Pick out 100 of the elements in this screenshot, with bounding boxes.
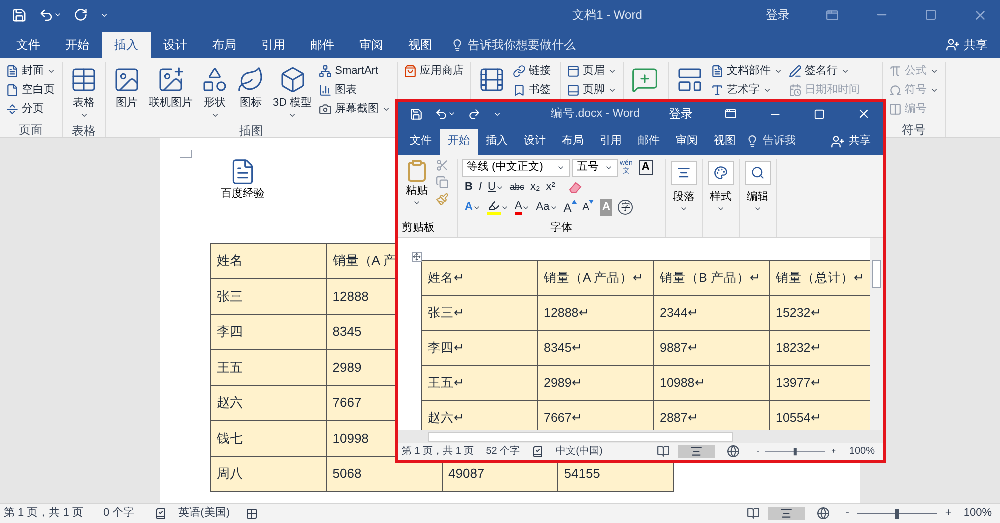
paste-button[interactable]: 粘贴 xyxy=(402,158,432,221)
ribbon-button[interactable]: 屏幕截图 xyxy=(317,100,394,119)
tell-me-field[interactable]: 告诉我 xyxy=(763,133,796,150)
format-button[interactable]: B xyxy=(462,178,476,197)
ribbon-button[interactable]: 艺术字 xyxy=(709,81,786,100)
ribbon-tab[interactable]: 文件 xyxy=(402,128,440,155)
format-button[interactable]: x₂ xyxy=(527,178,544,197)
ribbon-large-button[interactable]: 表格 xyxy=(67,62,101,126)
ribbon-tab[interactable]: 引用 xyxy=(249,32,298,58)
ribbon-button[interactable]: 文档部件 xyxy=(709,62,786,81)
zoom-level[interactable]: 100% xyxy=(964,505,992,522)
ribbon-tab[interactable]: 设计 xyxy=(516,128,554,155)
share-button[interactable]: 共享 xyxy=(831,128,871,155)
word-count[interactable]: 0 个字 xyxy=(103,505,135,522)
format-button[interactable]: abc xyxy=(506,178,528,197)
format-button[interactable]: A xyxy=(560,198,580,217)
ribbon-large-button[interactable]: 段落 xyxy=(671,158,697,214)
horizontal-scrollbar[interactable] xyxy=(398,430,883,444)
ribbon-button[interactable]: 签名行 xyxy=(787,62,862,81)
ribbon-tab[interactable]: 开始 xyxy=(53,32,102,58)
maximize-icon[interactable] xyxy=(925,9,937,21)
web-layout-icon[interactable] xyxy=(816,507,830,520)
ribbon-tab[interactable]: 插入 xyxy=(478,128,516,155)
redo-icon[interactable] xyxy=(468,108,481,121)
ribbon-tab[interactable]: 引用 xyxy=(592,128,630,155)
format-button[interactable]: U xyxy=(485,178,507,197)
ribbon-button[interactable]: SmartArt xyxy=(317,62,394,81)
ribbon-tab[interactable]: 邮件 xyxy=(298,32,347,58)
format-button[interactable]: Aa xyxy=(533,198,561,217)
zoom-in-button[interactable]: + xyxy=(941,505,956,522)
web-layout-icon[interactable] xyxy=(727,445,740,458)
save-icon[interactable] xyxy=(410,108,423,121)
ribbon-button[interactable]: 链接 xyxy=(511,62,554,81)
ribbon-button[interactable]: 分页 xyxy=(4,100,58,119)
print-layout-button[interactable] xyxy=(768,507,805,520)
language-label[interactable]: 中文(中国) xyxy=(556,444,603,460)
format-button[interactable]: A xyxy=(462,198,484,217)
slider-thumb[interactable] xyxy=(895,508,900,518)
character-border-button[interactable]: A xyxy=(638,160,653,176)
ribbon-tab[interactable]: 设计 xyxy=(151,32,200,58)
font-size-field[interactable]: 五号 xyxy=(572,158,618,177)
word-count[interactable]: 52 个字 xyxy=(486,444,520,460)
tell-me-field[interactable]: 告诉我你想要做什么 xyxy=(468,36,576,54)
table-cell-text: 10988↵ xyxy=(660,374,706,392)
ribbon-button[interactable]: 书签 xyxy=(511,81,554,100)
proofing-icon[interactable] xyxy=(532,446,544,458)
ribbon-large-button[interactable]: 图片 xyxy=(110,62,144,126)
print-layout-button[interactable] xyxy=(678,445,716,458)
ribbon-tab[interactable]: 布局 xyxy=(200,32,249,58)
ribbon-tab[interactable]: 视图 xyxy=(396,32,445,58)
ribbon-large-button[interactable]: 样式 xyxy=(708,158,734,214)
ribbon-button[interactable]: 图表 xyxy=(317,81,394,100)
format-button[interactable]: A xyxy=(512,198,534,217)
group-label: 剪贴板 xyxy=(402,220,435,236)
ribbon-tab[interactable]: 布局 xyxy=(554,128,592,155)
sign-in-link[interactable]: 登录 xyxy=(669,105,693,124)
caret-icon[interactable] xyxy=(54,11,62,19)
vertical-scrollbar[interactable] xyxy=(870,238,883,430)
ribbon-large-button[interactable]: 联机图片 xyxy=(146,62,196,126)
ribbon-tab[interactable]: 审阅 xyxy=(347,32,396,58)
zoom-out-button[interactable]: - xyxy=(842,505,854,522)
repeat-icon[interactable] xyxy=(74,8,88,22)
caret-icon xyxy=(80,111,88,120)
ribbon-large-button[interactable]: 3D 模型 xyxy=(270,62,316,126)
ribbon-display-icon[interactable] xyxy=(826,8,839,22)
undo-icon[interactable] xyxy=(435,108,448,121)
zoom-slider[interactable] xyxy=(857,508,938,518)
ribbon-button[interactable]: 页眉 xyxy=(565,62,620,81)
ribbon-button[interactable]: 应用商店 xyxy=(402,62,466,81)
share-button[interactable]: 共享 xyxy=(946,32,988,58)
ribbon-button[interactable]: 空白页 xyxy=(4,81,58,100)
format-button[interactable]: A xyxy=(580,198,598,217)
ribbon-tab[interactable]: 插入 xyxy=(102,32,151,58)
table-move-handle-icon[interactable] xyxy=(412,252,422,262)
language-label[interactable]: 英语(美国) xyxy=(178,505,230,522)
ribbon-tab[interactable]: 邮件 xyxy=(630,128,668,155)
format-button[interactable]: I xyxy=(476,178,486,197)
slider-thumb[interactable] xyxy=(794,448,798,456)
format-button[interactable]: 字 xyxy=(615,198,636,217)
read-mode-icon[interactable] xyxy=(746,507,760,520)
zoom-level[interactable]: 100% xyxy=(849,444,875,460)
ribbon-tab[interactable]: 开始 xyxy=(440,128,478,155)
save-icon[interactable] xyxy=(12,8,27,22)
ribbon-large-button[interactable]: 图标 xyxy=(234,62,268,126)
ribbon-tab[interactable]: 文件 xyxy=(4,32,53,58)
ribbon-large-button[interactable]: 形状 xyxy=(198,62,232,126)
undo-icon[interactable] xyxy=(39,8,54,22)
sign-in-link[interactable]: 登录 xyxy=(766,6,790,24)
ribbon-tab[interactable]: 视图 xyxy=(706,128,744,155)
macro-icon[interactable] xyxy=(246,508,258,520)
page-count[interactable]: 第 1 页，共 1 页 xyxy=(4,505,84,522)
ribbon-button[interactable]: 封面 xyxy=(4,62,58,81)
font-name-field[interactable]: 等线 (中文正文) xyxy=(462,158,570,177)
proofing-icon[interactable] xyxy=(154,508,167,520)
ribbon-tab[interactable]: 审阅 xyxy=(668,128,706,155)
page-count[interactable]: 第 1 页，共 1 页 xyxy=(402,444,474,460)
ribbon-large-button[interactable]: 编辑 xyxy=(745,158,771,214)
format-button[interactable]: x² xyxy=(543,178,558,197)
read-mode-icon[interactable] xyxy=(657,445,670,458)
ribbon-button[interactable]: 页脚 xyxy=(565,81,620,100)
